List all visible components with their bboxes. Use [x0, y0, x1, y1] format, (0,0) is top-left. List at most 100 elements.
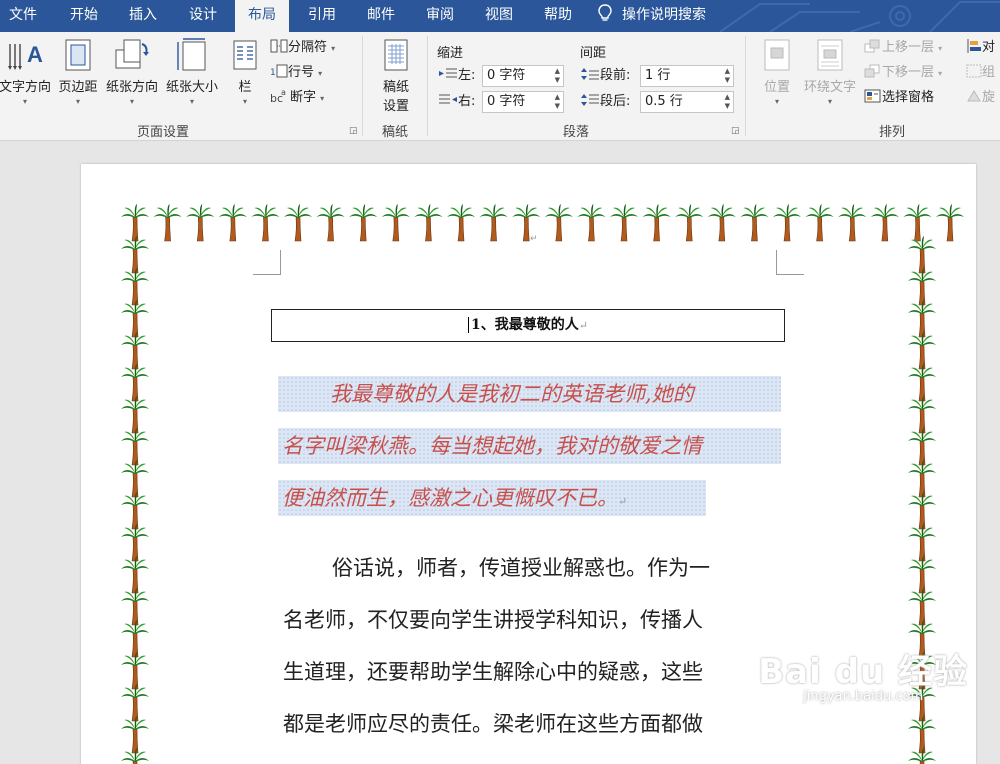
crop-mark-left: [253, 250, 281, 275]
hyphenation-label: 断字: [290, 90, 317, 105]
spinner-icon[interactable]: ▲ ▼: [725, 93, 730, 111]
hyphenation-button[interactable]: bc a 断字 ▾: [270, 87, 324, 109]
margins-icon: [65, 39, 91, 71]
palm-tree-icon: [908, 332, 936, 370]
document-page[interactable]: ↵ 1、我最尊敬的人↵ 我最尊敬的人是我初二的英语老师,她的 名字叫梁秋燕。每当…: [81, 164, 976, 764]
position-button[interactable]: 位置 ▾: [757, 38, 797, 106]
margins-button[interactable]: 页边距 ▾: [55, 38, 101, 106]
position-label: 位置: [763, 80, 790, 95]
columns-label: 栏: [238, 80, 252, 95]
palm-tree-icon: [121, 236, 149, 274]
tab-view[interactable]: 视图: [472, 0, 526, 32]
text-direction-button[interactable]: A 文字方向 ▾: [0, 38, 52, 106]
spinner-icon[interactable]: ▲ ▼: [555, 67, 560, 85]
title-bar-decoration: [719, 1, 1000, 32]
group-button[interactable]: 组: [966, 62, 995, 84]
paragraph-mark: ↵: [578, 319, 588, 332]
palm-tree-icon: [153, 204, 182, 242]
palm-tree-icon: [284, 204, 312, 242]
chevron-down-icon: ▾: [774, 97, 779, 106]
palm-tree-icon: [642, 204, 671, 242]
page-setup-launcher-icon[interactable]: ◲: [349, 126, 358, 136]
palm-tree-icon: [121, 364, 149, 402]
indent-right-input[interactable]: 0 字符 ▲ ▼: [482, 91, 564, 113]
manuscript-settings-button[interactable]: 稿纸 设置: [374, 38, 418, 114]
selection-pane-button[interactable]: 选择窗格: [864, 87, 934, 109]
spacing-before-input[interactable]: 1 行 ▲ ▼: [640, 65, 734, 87]
body-paragraph[interactable]: 俗话说，师者，传道授业解惑也。作为一 名老师，不仅要向学生讲授学科知识，传播人 …: [283, 542, 783, 750]
align-icon: [967, 39, 981, 53]
palm-tree-icon: [903, 204, 932, 242]
columns-button[interactable]: 栏 ▾: [230, 38, 260, 106]
send-backward-icon: [864, 64, 880, 78]
spacing-after-input[interactable]: 0.5 行 ▲ ▼: [640, 91, 734, 113]
group-divider: [362, 36, 363, 136]
palm-tree-icon: [121, 716, 149, 754]
body-line: 都是老师应尽的责任。梁老师在这些方面都做: [283, 712, 703, 736]
orientation-button[interactable]: 纸张方向 ▾: [103, 38, 161, 106]
document-canvas[interactable]: ↵ 1、我最尊敬的人↵ 我最尊敬的人是我初二的英语老师,她的 名字叫梁秋燕。每当…: [0, 141, 1000, 764]
send-backward-button[interactable]: 下移一层 ▾: [864, 62, 942, 84]
bring-forward-icon: [864, 39, 880, 53]
palm-tree-icon: [349, 204, 378, 242]
palm-tree-icon: [121, 588, 149, 626]
palm-tree-icon: [908, 428, 936, 466]
breaks-button[interactable]: 分隔符 ▾: [270, 37, 335, 59]
palm-tree-icon: [908, 268, 936, 306]
tab-design[interactable]: 设计: [175, 0, 231, 32]
selection-pane-label: 选择窗格: [882, 90, 935, 105]
indent-left-icon: [439, 68, 457, 78]
size-button[interactable]: 纸张大小 ▾: [163, 38, 221, 106]
palm-tree-icon: [121, 332, 149, 370]
tab-review[interactable]: 审阅: [413, 0, 467, 32]
paragraph-launcher-icon[interactable]: ◲: [731, 126, 740, 136]
tell-me-search[interactable]: 操作说明搜索: [598, 0, 706, 32]
spinner-icon[interactable]: ▲ ▼: [555, 93, 560, 111]
bring-forward-label: 上移一层: [882, 40, 935, 55]
palm-tree-icon: [447, 204, 475, 242]
palm-tree-icon: [316, 204, 345, 242]
highlighted-paragraph[interactable]: 我最尊敬的人是我初二的英语老师,她的 名字叫梁秋燕。每当想起她，我对的敬爱之情 …: [278, 376, 781, 532]
palm-tree-icon: [908, 236, 936, 274]
ribbon-tab-bar: 文件 开始 插入 设计 布局 引用 邮件 审阅 视图 帮助 操作说明搜索: [0, 0, 1000, 32]
tab-help[interactable]: 帮助: [531, 0, 585, 32]
text-direction-label: 文字方向: [0, 80, 51, 95]
tab-home[interactable]: 开始: [56, 0, 112, 32]
paragraph-group-label: 段落: [562, 125, 589, 140]
tab-insert[interactable]: 插入: [115, 0, 171, 32]
line-numbers-button[interactable]: 1 行号 ▾: [270, 62, 322, 84]
tab-references[interactable]: 引用: [295, 0, 349, 32]
palm-tree-icon: [121, 524, 149, 562]
palm-tree-icon: [908, 524, 936, 562]
tab-layout[interactable]: 布局: [235, 0, 289, 32]
tab-mailings[interactable]: 邮件: [354, 0, 408, 32]
palm-tree-icon: [121, 652, 149, 690]
indent-left-label: 左:: [438, 65, 475, 87]
palm-tree-icon: [936, 204, 964, 242]
chevron-down-icon: ▾: [129, 97, 134, 106]
palm-tree-icon: [121, 396, 149, 434]
bring-forward-button[interactable]: 上移一层 ▾: [864, 37, 942, 59]
palm-tree-icon: [870, 204, 899, 242]
palm-tree-icon: [740, 204, 769, 242]
palm-tree-icon: [838, 204, 867, 242]
rotate-button[interactable]: 旋: [966, 87, 995, 109]
palm-tree-icon: [773, 204, 801, 242]
ribbon-layout: A 文字方向 ▾ 页边距 ▾ 纸张方向 ▾ 纸张大小 ▾ 栏 ▾ 分隔符 ▾ 1…: [0, 32, 1000, 141]
paper-size-icon: [177, 38, 206, 71]
body-line: 名老师，不仅要向学生讲授学科知识，传播人: [283, 608, 703, 632]
selection-pane-icon: [864, 89, 881, 103]
align-button[interactable]: 对: [966, 37, 995, 59]
palm-tree-icon: [186, 204, 215, 242]
manuscript-label-line2: 设置: [382, 99, 409, 114]
spacing-before-value: 1 行: [645, 68, 671, 83]
palm-tree-icon: [908, 588, 936, 626]
document-title-text: 1、我最尊敬的人: [471, 317, 579, 333]
svg-text:A: A: [27, 42, 43, 67]
document-title[interactable]: 1、我最尊敬的人↵: [271, 309, 785, 342]
tab-file[interactable]: 文件: [0, 0, 46, 32]
indent-left-input[interactable]: 0 字符 ▲ ▼: [482, 65, 564, 87]
spinner-icon[interactable]: ▲ ▼: [725, 67, 730, 85]
wrap-text-button[interactable]: 环绕文字 ▾: [800, 38, 860, 106]
size-label: 纸张大小: [165, 80, 218, 95]
